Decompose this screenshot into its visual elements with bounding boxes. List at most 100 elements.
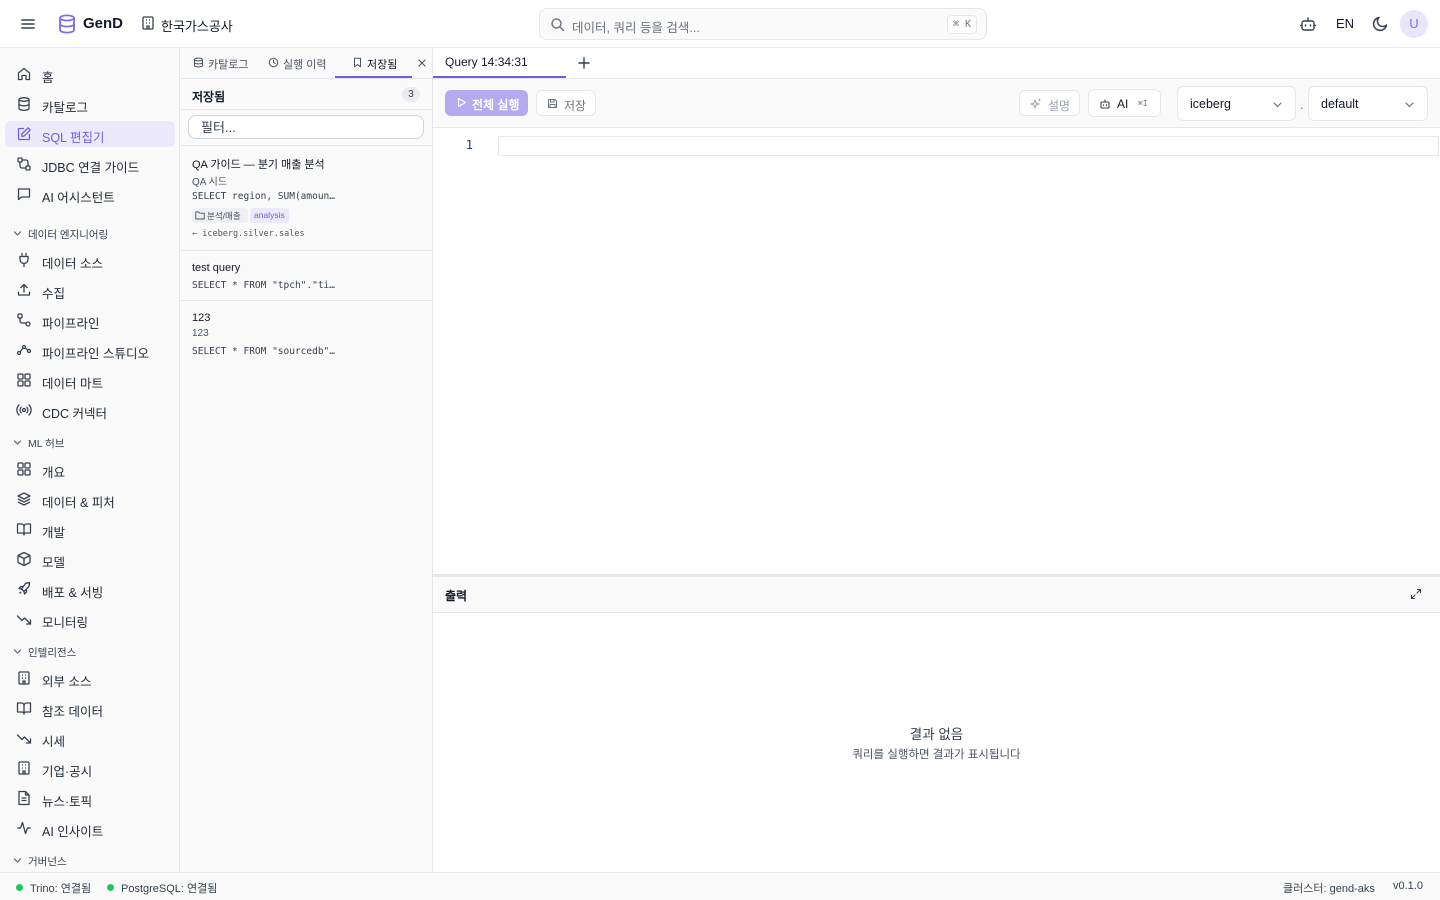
sidebar-item-ai-assistant[interactable]: AI 어시스턴트 [5,181,175,207]
saved-query-desc: QA 시드 [192,177,228,188]
saved-query-sql: SELECT region, SUM(amoun… [192,191,335,202]
search-placeholder: 데이터, 쿼리 등을 검색... [572,21,700,35]
sidebar-item-development[interactable]: 개발 [5,516,175,542]
sidebar-item-cdc-connector[interactable]: CDC 커넥터 [5,397,175,423]
database-icon [193,57,204,68]
filter-input[interactable] [189,116,423,138]
sidebar-item-data-mart[interactable]: 데이터 마트 [5,367,175,393]
book-icon [16,521,32,537]
home-icon [16,66,32,82]
sidebar-item-label: 참조 데이터 [42,705,103,719]
sidebar-item-ai-insight[interactable]: AI 인사이트 [5,815,175,841]
sidebar-item-label: 파이프라인 [42,317,100,331]
sparkles-icon [1030,98,1042,110]
folder-tag[interactable]: 분석/매출 [192,208,248,223]
section-title: 인텔리전스 [28,647,77,659]
tab-label: 실행 이력 [283,59,327,71]
sidebar-item-label: 수집 [42,287,66,301]
sidebar-item-pipeline-studio[interactable]: 파이프라인 스튜디오 [5,337,175,363]
sidebar-item-label: 데이터 & 피처 [42,496,115,510]
sidebar-item-catalog[interactable]: 카탈로그 [5,91,175,117]
sidebar-item-market-price[interactable]: 시세 [5,725,175,751]
sidebar-item-data-source[interactable]: 데이터 소스 [5,247,175,273]
menu-icon[interactable] [18,14,38,34]
current-line-highlight[interactable] [498,136,1439,156]
explain-button[interactable]: 설명 [1019,90,1080,116]
sidebar-item-corporate-disclosure[interactable]: 기업·공시 [5,755,175,781]
chevron-down-icon [12,646,23,657]
query-tab[interactable]: Query 14:34:31 [433,48,566,79]
ai-shortcut: ⌘I [1138,99,1148,108]
trend-down-icon [16,611,32,627]
side-panel: 카탈로그 실행 이력 저장됨 저장됨 3 QA 가이드 — 분기 매출 분석 Q… [180,48,433,872]
user-avatar[interactable]: U [1400,10,1428,38]
saved-query-lineage: ← iceberg.silver.sales [192,229,305,239]
ai-button[interactable]: AI ⌘I [1088,89,1161,117]
sidebar-item-jdbc-guide[interactable]: JDBC 연결 가이드 [5,151,175,177]
building-icon [140,15,156,31]
sidebar-item-deploy-serving[interactable]: 배포 & 서빙 [5,576,175,602]
save-button[interactable]: 저장 [536,90,596,116]
moon-icon[interactable] [1372,15,1389,32]
sidebar-item-label: 모델 [42,556,66,570]
play-icon [456,97,467,108]
plus-icon[interactable] [577,56,591,70]
language-toggle[interactable]: EN [1336,16,1354,31]
tab-history[interactable]: 실행 이력 [268,48,338,79]
sidebar-item-label: 파이프라인 스튜디오 [42,347,149,361]
run-all-label: 전체 실행 [472,98,520,112]
sidebar-item-pipeline[interactable]: 파이프라인 [5,307,175,333]
bot-icon[interactable] [1299,15,1317,33]
sidebar-item-sql-editor[interactable]: SQL 편집기 [5,121,175,147]
saved-query-title: test query [192,262,241,274]
saved-query-item[interactable]: 123 123 SELECT * FROM "sourcedb"… [180,300,433,366]
query-tab-label: Query 14:34:31 [445,55,528,69]
sidebar-item-news-topic[interactable]: 뉴스·토픽 [5,785,175,811]
maximize-icon[interactable] [1410,588,1422,600]
sidebar-item-label: CDC 커넥터 [42,407,108,421]
route-icon [16,312,32,328]
organization-name[interactable]: 한국가스공사 [161,16,233,35]
plug-icon [16,252,32,268]
sidebar-item-overview[interactable]: 개요 [5,456,175,482]
tab-catalog[interactable]: 카탈로그 [193,48,263,79]
sql-editor[interactable]: 1 [433,128,1440,574]
saved-query-title: QA 가이드 — 분기 매출 분석 [192,159,325,171]
saved-query-item[interactable]: QA 가이드 — 분기 매출 분석 QA 시드 SELECT region, S… [180,145,433,250]
sidebar-item-external-source[interactable]: 외부 소스 [5,665,175,691]
book-icon [16,700,32,716]
run-all-button[interactable]: 전체 실행 [445,90,528,116]
clock-icon [268,57,279,68]
saved-header: 저장됨 3 [180,79,433,110]
sidebar-item-label: 모니터링 [42,616,89,630]
global-search[interactable]: 데이터, 쿼리 등을 검색... ⌘ K [539,8,987,40]
save-icon [547,98,558,109]
sidebar-item-reference-data[interactable]: 참조 데이터 [5,695,175,721]
section-title: 거버넌스 [28,856,67,868]
label-tag[interactable]: analysis [250,208,289,223]
upload-icon [16,282,32,298]
line-number: 1 [465,138,473,152]
tab-saved[interactable]: 저장됨 [352,48,412,79]
layers-icon [16,491,32,507]
bookmark-icon [352,57,363,68]
output-header: 출력 [433,577,1440,613]
explain-label: 설명 [1048,99,1071,113]
building-icon [16,670,32,686]
sidebar-item-label: 데이터 마트 [42,377,103,391]
sidebar-item-monitoring[interactable]: 모니터링 [5,606,175,632]
schema-select[interactable]: default [1308,86,1428,121]
tab-label: 카탈로그 [208,59,249,71]
sidebar-item-model[interactable]: 모델 [5,546,175,572]
bot-icon [1099,98,1111,110]
sidebar-item-home[interactable]: 홈 [5,61,175,87]
close-icon[interactable] [416,57,428,69]
empty-result-subtitle: 쿼리를 실행하면 결과가 표시됩니다 [852,749,1021,761]
sidebar-item-label: 홈 [42,71,54,85]
catalog-select[interactable]: iceberg [1177,86,1296,121]
brand-name[interactable]: GenD [83,15,123,32]
document-icon [16,790,32,806]
sidebar-item-ingest[interactable]: 수집 [5,277,175,303]
sidebar-item-data-features[interactable]: 데이터 & 피처 [5,486,175,512]
saved-query-item[interactable]: test query SELECT * FROM "tpch"."ti… [180,250,433,300]
